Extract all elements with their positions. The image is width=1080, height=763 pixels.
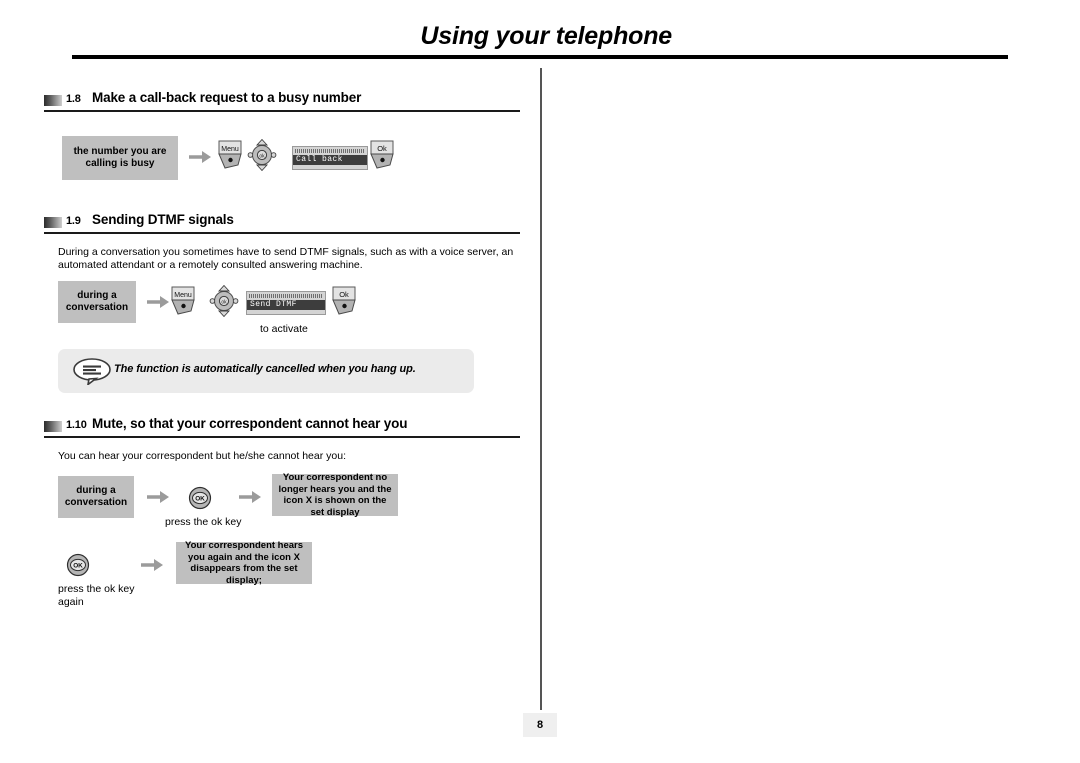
arrow-right-icon — [146, 488, 170, 506]
lcd-selected-entry: Send DTMF — [247, 300, 325, 310]
arrow-right-icon — [188, 148, 212, 166]
lcd-display-call-back: Call back — [292, 146, 368, 170]
lcd-dotted-line — [295, 149, 365, 153]
header-rule — [72, 55, 1008, 59]
section-rule — [44, 436, 520, 438]
note-text: The function is automatically cancelled … — [114, 363, 416, 375]
menu-softkey-icon[interactable]: Menu — [216, 140, 244, 170]
section-number: 1.8 — [66, 93, 81, 105]
ok-softkey-icon[interactable]: Ok — [368, 140, 396, 170]
caption-press-ok-key: press the ok key — [165, 516, 242, 528]
result-box-unmuted: Your correspondent hears you again and t… — [176, 540, 312, 586]
svg-text:Menu: Menu — [174, 292, 192, 299]
section-marker-icon — [44, 95, 62, 106]
state-box-conversation: during a conversation — [58, 476, 134, 518]
section-marker-icon — [44, 217, 62, 228]
ok-round-key-icon[interactable]: OK — [66, 553, 90, 577]
state-box-conversation: during a conversation — [58, 281, 136, 323]
caption-press-ok-key-again: press the ok key again — [58, 583, 135, 608]
note-box: The function is automatically cancelled … — [58, 349, 474, 393]
svg-text:Ok: Ok — [339, 290, 349, 299]
column-divider — [540, 68, 542, 710]
ok-softkey-icon[interactable]: Ok — [330, 286, 358, 316]
lcd-selected-entry: Call back — [293, 155, 367, 165]
menu-softkey-icon[interactable]: Menu — [169, 286, 197, 316]
svg-text:Ok: Ok — [377, 144, 387, 153]
section-heading-1-8: 1.8 Make a call-back request to a busy n… — [44, 90, 520, 114]
content-column: 1.8 Make a call-back request to a busy n… — [0, 68, 540, 710]
svg-text:Menu: Menu — [221, 146, 239, 153]
svg-text:ok: ok — [259, 154, 265, 160]
section-heading-1-9: 1.9 Sending DTMF signals — [44, 212, 520, 236]
svg-text:OK: OK — [73, 562, 83, 569]
speech-bubble-icon — [72, 357, 112, 387]
section-title: Make a call-back request to a busy numbe… — [92, 90, 362, 105]
navigator-pad-icon[interactable]: ok — [209, 284, 239, 318]
section-number: 1.10 — [66, 419, 87, 431]
svg-text:ok: ok — [221, 300, 227, 306]
section-title: Mute, so that your correspondent cannot … — [92, 416, 408, 431]
section-rule — [44, 110, 520, 112]
ok-round-key-icon[interactable]: OK — [188, 486, 212, 510]
lcd-dotted-line — [249, 294, 323, 298]
section-1-9-intro: During a conversation you sometimes have… — [58, 246, 514, 271]
arrow-right-icon — [146, 293, 170, 311]
section-number: 1.9 — [66, 215, 81, 227]
lcd-display-send-dtmf: Send DTMF — [246, 291, 326, 315]
arrow-right-icon — [140, 556, 164, 574]
svg-text:OK: OK — [195, 495, 205, 502]
result-box-muted: Your correspondent no longer hears you a… — [272, 472, 398, 518]
page-number: 8 — [536, 719, 544, 731]
arrow-right-icon — [238, 488, 262, 506]
section-marker-icon — [44, 421, 62, 432]
section-1-10-intro: You can hear your correspondent but he/s… — [58, 450, 346, 462]
page-footer: 8 — [523, 713, 557, 737]
caption-to-activate: to activate — [260, 323, 308, 335]
page-title: Using your telephone — [420, 22, 672, 50]
section-heading-1-10: 1.10 Mute, so that your correspondent ca… — [44, 416, 520, 440]
state-box-busy: the number you are calling is busy — [62, 136, 178, 180]
page-header: Using your telephone — [0, 0, 1080, 59]
navigator-pad-icon[interactable]: ok — [247, 138, 277, 172]
section-rule — [44, 232, 520, 234]
section-title: Sending DTMF signals — [92, 212, 234, 227]
